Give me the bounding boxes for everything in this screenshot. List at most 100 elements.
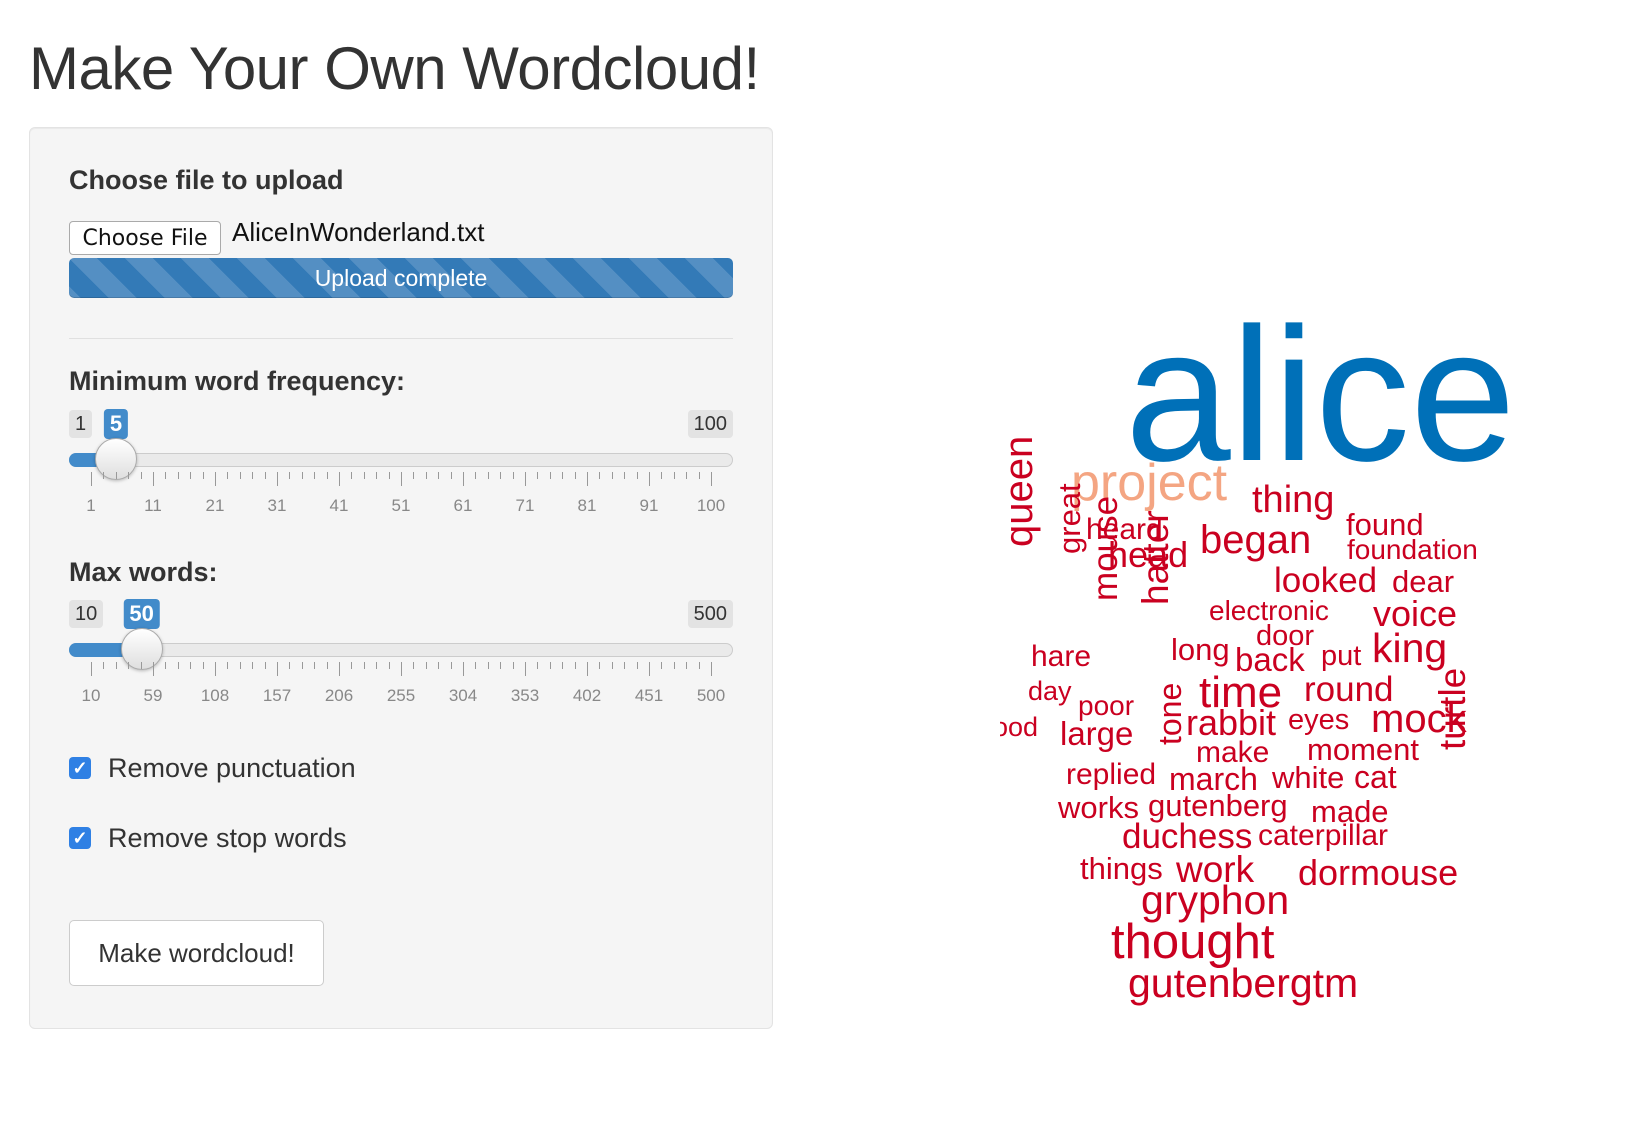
slider-major-tick — [463, 662, 464, 676]
wordcloud-word: good — [1000, 712, 1038, 742]
max-words-slider[interactable]: 10 500 50 10 59 108 157 206 255 304 353 402 451 50… — [69, 599, 733, 720]
slider-major-tick — [587, 472, 588, 486]
remove-stop-words-option[interactable]: ✓ Remove stop words — [69, 821, 347, 855]
slider-major-tick — [711, 662, 712, 676]
slider-minor-tick — [425, 472, 427, 479]
make-wordcloud-button[interactable]: Make wordcloud! — [69, 920, 324, 986]
slider-minor-tick — [177, 472, 179, 479]
slider-minor-tick — [165, 472, 167, 479]
slider-minor-tick — [314, 472, 316, 479]
slider-minor-tick — [115, 472, 117, 479]
slider-track[interactable] — [69, 643, 733, 657]
slider-major-tick — [215, 662, 216, 676]
slider-minor-tick — [202, 662, 204, 669]
slider-minor-tick — [673, 472, 675, 479]
slider-minor-tick — [202, 472, 204, 479]
slider-minor-tick — [673, 662, 675, 669]
remove-punctuation-checkbox[interactable]: ✓ — [69, 757, 91, 779]
wordcloud-word: king — [1372, 625, 1447, 671]
slider-minor-tick — [239, 662, 241, 669]
wordcloud-canvas: aliceproject thingqueen foundheard began fou… — [1000, 300, 1516, 1006]
slider-minor-tick — [661, 472, 663, 479]
slider-minor-tick — [661, 662, 663, 669]
slider-minor-tick — [301, 662, 303, 669]
slider-tick-label: 402 — [572, 686, 602, 705]
slider-minor-tick — [264, 662, 266, 669]
slider-major-tick — [339, 662, 340, 676]
slider-major-tick — [277, 662, 278, 676]
slider-max-label: 100 — [687, 410, 733, 438]
slider-minor-tick — [190, 662, 192, 669]
slider-min-label: 1 — [69, 410, 93, 438]
slider-tick-label: 304 — [448, 686, 478, 705]
slider-minor-tick — [698, 662, 700, 669]
slider-minor-tick — [636, 662, 638, 669]
remove-punctuation-option[interactable]: ✓ Remove punctuation — [69, 751, 356, 785]
slider-minor-tick — [289, 662, 291, 669]
slider-minor-tick — [599, 472, 601, 479]
slider-tick-label: 21 — [205, 496, 225, 515]
slider-minor-tick — [128, 662, 130, 669]
slider-minor-tick — [500, 472, 502, 479]
slider-minor-tick — [351, 662, 353, 669]
slider-minor-tick — [177, 662, 179, 669]
slider-minor-tick — [128, 472, 130, 479]
slider-tick-label: 81 — [577, 496, 597, 515]
slider-minor-tick — [611, 472, 613, 479]
slider-minor-tick — [301, 472, 303, 479]
slider-major-tick — [401, 472, 402, 486]
wordcloud-word: long — [1171, 632, 1230, 667]
slider-minor-tick — [115, 662, 117, 669]
slider-minor-tick — [351, 472, 353, 479]
wordcloud-word: put — [1321, 640, 1361, 672]
slider-minor-tick — [698, 472, 700, 479]
wordcloud-word: cat — [1354, 759, 1397, 795]
slider-minor-tick — [537, 662, 539, 669]
min-frequency-slider[interactable]: 1 100 5 1 11 21 31 41 51 61 71 81 91 100 — [69, 409, 733, 530]
remove-stop-words-checkbox[interactable]: ✓ — [69, 827, 91, 849]
slider-tick-label: 500 — [696, 686, 726, 705]
slider-tick-label: 353 — [510, 686, 540, 705]
slider-minor-tick — [140, 662, 142, 669]
slider-major-tick — [339, 472, 340, 486]
slider-tick-label: 61 — [453, 496, 473, 515]
slider-minor-tick — [438, 662, 440, 669]
slider-tick-label: 11 — [144, 496, 162, 515]
slider-minor-tick — [599, 662, 601, 669]
slider-minor-tick — [376, 662, 378, 669]
wordcloud: alice project thing queen found heard began fou… — [1000, 300, 1620, 1080]
wordcloud-word: hare — [1031, 640, 1091, 673]
choose-file-button[interactable]: Choose File — [69, 221, 221, 255]
slider-minor-tick — [487, 662, 489, 669]
slider-minor-tick — [549, 662, 551, 669]
wordcloud-word: dormouse — [1298, 852, 1458, 893]
wordcloud-word: thing — [1252, 479, 1334, 521]
slider-minor-tick — [376, 472, 378, 479]
slider-tick-label: 71 — [515, 496, 535, 515]
slider-minor-tick — [611, 662, 613, 669]
slider-track[interactable] — [69, 453, 733, 467]
slider-minor-tick — [686, 472, 688, 479]
slider-tick-label: 255 — [386, 686, 416, 705]
slider-minor-tick — [103, 472, 105, 479]
slider-tick-label: 91 — [639, 496, 659, 515]
min-frequency-label: Minimum word frequency: — [69, 366, 406, 396]
wordcloud-word: replied — [1066, 758, 1156, 791]
slider-tick-label: 157 — [262, 686, 292, 705]
remove-punctuation-label[interactable]: Remove punctuation — [108, 753, 356, 784]
slider-minor-tick — [363, 472, 365, 479]
slider-minor-tick — [103, 662, 105, 669]
remove-stop-words-label[interactable]: Remove stop words — [108, 823, 347, 854]
slider-tick-label: 1 — [86, 496, 96, 515]
slider-handle[interactable] — [120, 628, 163, 670]
slider-major-tick — [587, 662, 588, 676]
slider-max-label: 500 — [687, 600, 733, 628]
wordcloud-word: queen — [1000, 436, 1041, 547]
slider-minor-tick — [314, 662, 316, 669]
slider-tick-label: 31 — [267, 496, 287, 515]
wordcloud-word: began — [1200, 518, 1311, 562]
page-title: Make Your Own Wordcloud! — [29, 35, 760, 102]
slider-tick-label: 451 — [634, 686, 664, 705]
slider-minor-tick — [537, 472, 539, 479]
upload-progress-bar: Upload complete — [69, 258, 733, 298]
